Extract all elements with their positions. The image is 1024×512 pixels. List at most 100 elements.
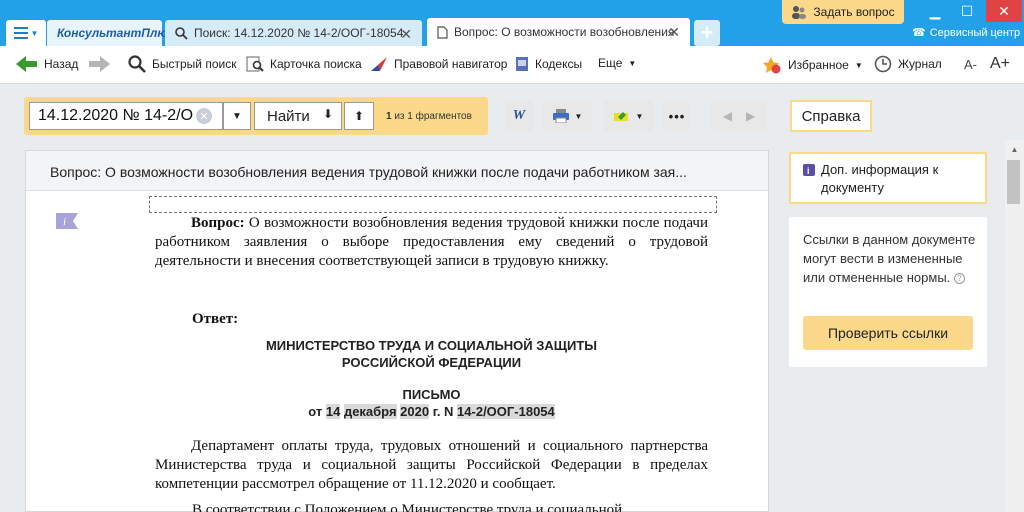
- highlight-button[interactable]: ▼: [604, 101, 653, 131]
- find-button[interactable]: Найти ⬇: [254, 102, 342, 130]
- fragments-count: 1: [386, 111, 392, 122]
- close-icon[interactable]: ✕: [668, 24, 680, 41]
- tab-label: Вопрос: О возможности возобновления: [454, 25, 675, 39]
- word-icon: W: [512, 108, 526, 123]
- maximize-button[interactable]: ☐: [952, 0, 982, 22]
- arrow-left-icon: [16, 56, 37, 72]
- svg-text:i: i: [63, 216, 66, 228]
- history-clock-icon: [874, 55, 892, 73]
- printer-icon: [552, 109, 569, 123]
- search-card-button[interactable]: Карточка поиска: [246, 56, 362, 72]
- question-paragraph: Вопрос: О возможности возобновления веде…: [155, 214, 708, 271]
- ask-question-label: Задать вопрос: [813, 5, 895, 19]
- window-close-button[interactable]: ✕: [986, 0, 1022, 22]
- links-warning-text: Ссылки в данном документе могут вести в …: [803, 232, 976, 285]
- ministry-line-2: РОССИЙСКОЙ ФЕДЕРАЦИИ: [341, 355, 522, 370]
- navigator-icon: [371, 57, 387, 71]
- scroll-thumb[interactable]: [1007, 160, 1020, 204]
- favorites-button[interactable]: Избранное ▼: [762, 56, 863, 74]
- arrow-right-icon: [89, 56, 110, 72]
- search-icon: [128, 55, 146, 73]
- plus-icon: +: [700, 20, 714, 45]
- back-button[interactable]: Назад: [16, 56, 78, 72]
- font-smaller-button[interactable]: A-: [964, 57, 977, 72]
- chevron-down-icon: ▼: [854, 60, 863, 70]
- letter-heading: ПИСЬМО: [402, 387, 461, 402]
- date-mid: г. N: [429, 404, 458, 419]
- new-tab-button[interactable]: +: [694, 20, 720, 46]
- search-input[interactable]: [29, 102, 223, 130]
- legal-navigator-label: Правовой навигатор: [394, 57, 508, 71]
- additional-info-label: Доп. информация к документу: [821, 162, 939, 195]
- spravka-label: Справка: [801, 107, 861, 125]
- date-prefix: от: [308, 404, 326, 419]
- tab-document[interactable]: Вопрос: О возможности возобновления ✕: [427, 18, 690, 46]
- phone-icon: ☎: [912, 27, 926, 39]
- favorites-label: Избранное: [788, 58, 849, 72]
- font-larger-button[interactable]: A+: [990, 55, 1010, 73]
- font-larger-label: A+: [990, 55, 1011, 72]
- highlighter-icon: [613, 112, 628, 121]
- highlight-day: 14: [325, 404, 341, 419]
- more-menu-button[interactable]: Еще ▼: [598, 56, 636, 70]
- codes-button[interactable]: Кодексы: [515, 56, 582, 72]
- tab-brand[interactable]: КонсультантПлюс: [47, 20, 174, 46]
- export-word-button[interactable]: W: [505, 101, 533, 131]
- card-search-icon: [246, 56, 264, 72]
- fragments-text: из 1 фрагментов: [394, 111, 472, 122]
- highlight-number-suffix: -2/ООГ-18054: [471, 404, 555, 419]
- search-history-dropdown[interactable]: ▼: [223, 102, 251, 130]
- check-links-button[interactable]: Проверить ссылки: [803, 316, 973, 350]
- ask-question-button[interactable]: Задать вопрос: [782, 0, 904, 24]
- question-label: Вопрос:: [191, 215, 245, 231]
- info-icon: i: [803, 164, 815, 176]
- info-comment-icon[interactable]: i: [56, 213, 78, 229]
- print-button[interactable]: ▼: [543, 101, 592, 131]
- main-menu-button[interactable]: ▼: [6, 20, 46, 46]
- minimize-button[interactable]: ▁: [920, 0, 950, 22]
- help-icon[interactable]: ?: [953, 273, 965, 284]
- next-paragraph-partial: В соответствии с Положением о Министерст…: [192, 502, 623, 512]
- history-nav: ◀ ▶: [711, 101, 767, 131]
- service-center-label: Сервисный центр: [929, 26, 1021, 39]
- arrow-left-icon[interactable]: ◀: [723, 109, 732, 123]
- favorites-star-icon: [763, 57, 781, 74]
- document-title: Вопрос: О возможности возобновления веде…: [26, 151, 768, 191]
- check-links-label: Проверить ссылки: [827, 325, 949, 341]
- spravka-button[interactable]: Справка: [790, 100, 872, 132]
- ministry-line-1: МИНИСТЕРСТВО ТРУДА И СОЦИАЛЬНОЙ ЗАЩИТЫ: [265, 338, 598, 353]
- find-previous-button[interactable]: ⬆: [344, 102, 374, 130]
- document-icon: [437, 25, 448, 39]
- svg-text:i: i: [807, 166, 810, 176]
- journal-button[interactable]: Журнал: [874, 55, 942, 73]
- scroll-up-arrow[interactable]: ▲: [1005, 140, 1024, 158]
- chevron-down-icon: ▼: [574, 111, 583, 121]
- chevron-down-icon: ▼: [635, 111, 644, 121]
- brand-logo: КонсультантПлюс: [57, 26, 175, 40]
- arrow-right-icon[interactable]: ▶: [746, 109, 755, 123]
- legal-navigator-button[interactable]: Правовой навигатор: [370, 56, 507, 72]
- service-center-link[interactable]: ☎ Сервисный центр: [912, 26, 1021, 40]
- quick-search-button[interactable]: Быстрый поиск: [128, 55, 236, 73]
- more-options-button[interactable]: •••: [663, 101, 691, 131]
- journal-label: Журнал: [898, 57, 942, 71]
- letter-date-line: от 14 декабря 2020 г. N 14-2/ООГ-18054: [155, 403, 708, 420]
- codes-label: Кодексы: [535, 57, 583, 71]
- font-smaller-label: A-: [964, 57, 977, 72]
- chevron-down-icon: ▼: [628, 58, 637, 68]
- answer-label: Ответ:: [192, 311, 239, 327]
- clear-search-icon[interactable]: ✕: [196, 108, 212, 124]
- arrow-up-icon: ⬆: [353, 109, 365, 123]
- tab-search[interactable]: Поиск: 14.12.2020 № 14-2/ООГ-18054 ✕: [165, 20, 422, 46]
- people-icon: [792, 6, 807, 19]
- close-icon[interactable]: ✕: [400, 26, 412, 43]
- codes-book-icon: [516, 57, 528, 71]
- search-card-label: Карточка поиска: [270, 57, 362, 71]
- quick-search-label: Быстрый поиск: [152, 57, 237, 71]
- more-label: Еще: [598, 56, 623, 70]
- additional-info-link[interactable]: i Доп. информация к документу: [789, 152, 987, 204]
- highlight-year: 2020: [400, 404, 430, 419]
- highlight-month: декабря: [343, 404, 397, 419]
- ellipsis-icon: •••: [668, 108, 686, 124]
- forward-button[interactable]: [88, 56, 110, 72]
